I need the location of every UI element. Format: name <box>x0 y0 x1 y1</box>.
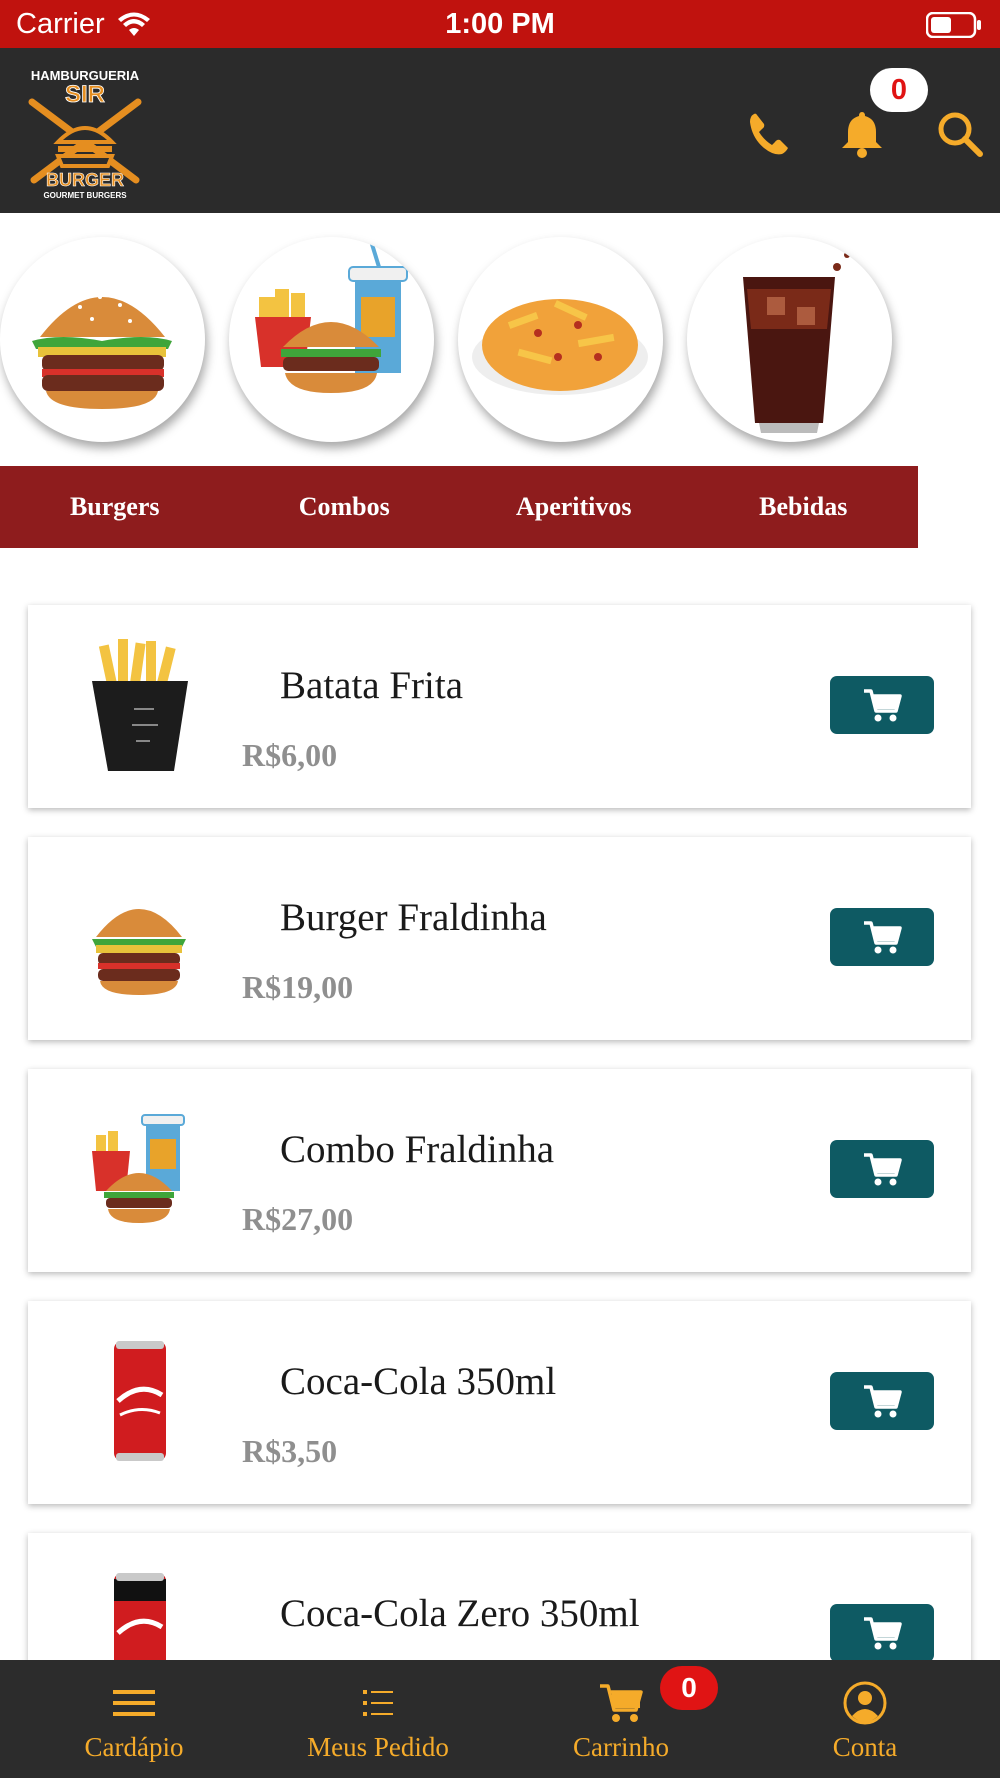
cart-icon <box>864 1385 902 1418</box>
category-image-aperitivos[interactable] <box>458 237 663 442</box>
add-to-cart-button[interactable] <box>830 1604 934 1662</box>
nav-conta[interactable]: Conta <box>800 1660 930 1778</box>
list-icon <box>363 1690 393 1716</box>
product-card[interactable]: Combo Fraldinha R$27,00 <box>28 1069 971 1272</box>
product-name: Batata Frita <box>280 664 464 707</box>
fries-box-icon <box>92 639 188 771</box>
nav-label: Cardápio <box>84 1732 184 1762</box>
add-to-cart-button[interactable] <box>830 676 934 734</box>
nav-meus-pedido[interactable]: Meus Pedido <box>292 1660 464 1778</box>
nav-label: Carrinho <box>573 1732 669 1762</box>
logo-line3: BURGER <box>46 170 124 190</box>
product-card[interactable]: Burger Fraldinha R$19,00 <box>28 837 971 1040</box>
battery-icon <box>926 12 981 38</box>
bottom-nav: Cardápio Meus Pedido Carrinho Conta <box>0 1660 1000 1778</box>
product-card[interactable]: Coca-Cola 350ml R$3,50 <box>28 1301 971 1504</box>
product-price: R$3,50 <box>242 1433 338 1469</box>
combo-icon <box>92 1114 185 1223</box>
product-price: R$6,00 <box>242 737 338 773</box>
combo-icon <box>255 240 408 393</box>
nav-label: Meus Pedido <box>307 1732 449 1762</box>
tab-bebidas[interactable]: Bebidas <box>689 466 919 548</box>
cart-icon <box>864 689 902 722</box>
bell-icon[interactable] <box>836 108 888 160</box>
cart-icon <box>864 1153 902 1186</box>
tab-combos[interactable]: Combos <box>230 466 460 548</box>
cart-icon <box>864 921 902 954</box>
tab-burgers[interactable]: Burgers <box>0 466 230 548</box>
status-time: 1:00 PM <box>445 8 555 40</box>
notification-badge: 0 <box>870 68 928 112</box>
nav-label: Conta <box>832 1732 898 1762</box>
logo-line2: SIR <box>65 81 105 108</box>
add-to-cart-button[interactable] <box>830 1372 934 1430</box>
add-to-cart-button[interactable] <box>830 908 934 966</box>
fries-plate-icon <box>472 299 648 395</box>
tab-aperitivos[interactable]: Aperitivos <box>459 466 689 548</box>
burger-icon <box>32 295 172 409</box>
product-name: Burger Fraldinha <box>280 896 547 939</box>
category-tabs: Burgers Combos Aperitivos Bebidas <box>0 466 918 548</box>
product-price: R$27,00 <box>242 1201 354 1237</box>
brand-logo[interactable]: HAMBURGUERIA SIR BURGER GOURMET BURGERS <box>18 62 152 202</box>
category-image-combos[interactable] <box>229 237 434 442</box>
account-icon <box>843 1681 887 1725</box>
burger-icon <box>92 909 186 995</box>
logo-line4: GOURMET BURGERS <box>43 191 127 200</box>
nav-cardapio[interactable]: Cardápio <box>50 1660 218 1778</box>
soda-glass-icon <box>743 252 850 433</box>
phone-icon[interactable] <box>742 108 794 160</box>
app-header: HAMBURGUERIA SIR BURGER GOURMET BURGERS … <box>0 48 1000 213</box>
category-image-burgers[interactable] <box>0 237 205 442</box>
product-price: R$19,00 <box>242 969 354 1005</box>
category-image-bebidas[interactable] <box>687 237 892 442</box>
menu-icon <box>113 1690 155 1716</box>
coke-can-icon <box>114 1341 166 1461</box>
product-name: Coca-Cola 350ml <box>280 1360 557 1403</box>
product-name: Coca-Cola Zero 350ml <box>280 1592 640 1635</box>
status-bar: Carrier 1:00 PM <box>0 0 1000 48</box>
product-name: Combo Fraldinha <box>280 1128 555 1171</box>
cart-icon <box>864 1617 902 1650</box>
search-icon[interactable] <box>934 108 986 160</box>
cart-icon <box>600 1684 643 1722</box>
add-to-cart-button[interactable] <box>830 1140 934 1198</box>
cart-count-badge: 0 <box>660 1666 718 1710</box>
product-card[interactable]: Batata Frita R$6,00 <box>28 605 971 808</box>
